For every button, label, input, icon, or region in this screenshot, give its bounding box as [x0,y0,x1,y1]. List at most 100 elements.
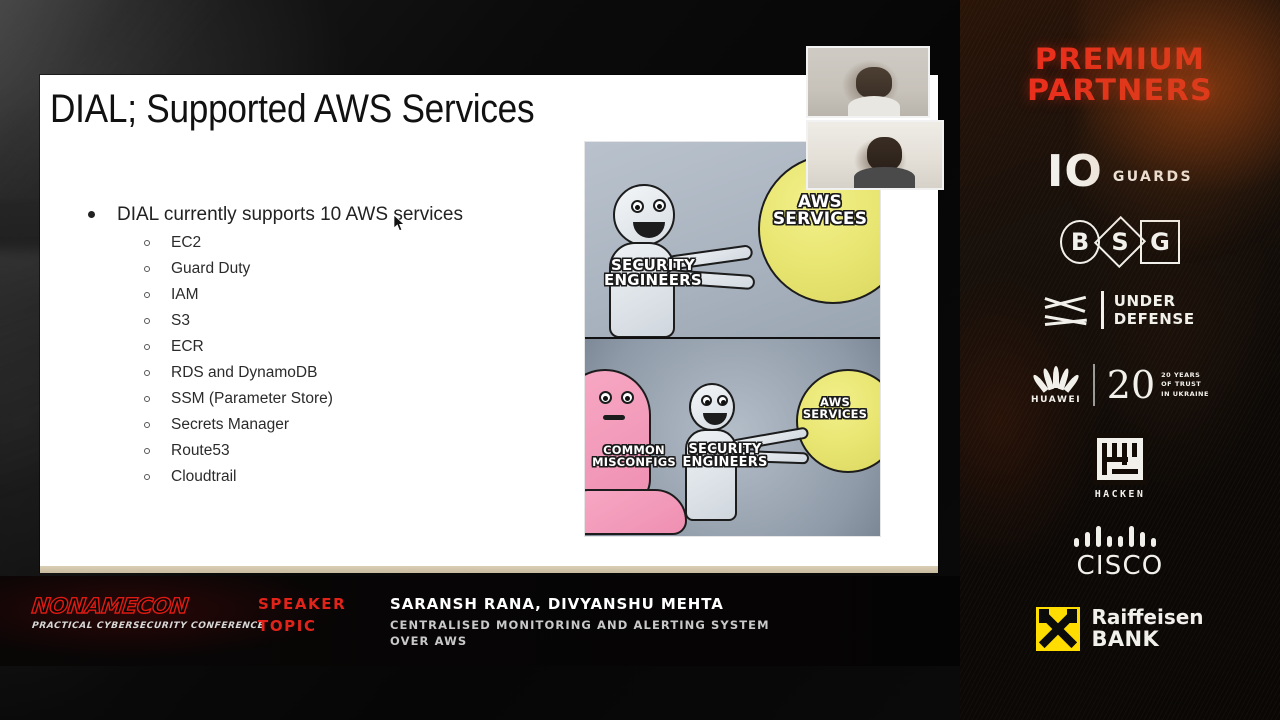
anniversary-line2: OF TRUST [1161,380,1202,389]
raiffeisen-line2: BANK [1091,627,1160,652]
meme-bottom-panel: AWS SERVICES SECURITY ENGINEERS COMMON M… [585,339,880,536]
huawei-block: HUAWEI [1031,365,1082,405]
service-sub-list: EC2 Guard Duty IAM S3 ECR RDS and Dynamo… [144,234,608,485]
running-away-balloon-meme: AWS SERVICES SECURITY ENGINEERS AWS SERV… [584,141,881,537]
list-item: Guard Duty [144,260,608,277]
sponsor-logo-io-guards: IO GUARDS [960,142,1280,202]
bullet-ring-icon [144,396,150,403]
bullet-ring-icon [144,448,150,455]
sponsor-logo-under-defense: UNDER DEFENSE [960,282,1280,338]
huawei-divider [1093,364,1095,406]
broadcast-stage: DIAL; Supported AWS Services DIAL curren… [0,0,1280,720]
io-guards-word: GUARDS [1112,169,1193,185]
meme-label-aws-services-top: AWS SERVICES [772,192,868,230]
bullet-dot-icon [88,211,95,218]
service-name: ECR [171,337,204,355]
service-name: RDS and DynamoDB [171,363,318,381]
raiffeisen-gable-cross-icon [1036,607,1081,651]
raiffeisen-line1: Raiffeisen [1091,605,1204,630]
bsg-letter-b: B [1060,220,1100,264]
huawei-flower-icon [1031,365,1081,393]
speaker-name: SARANSH RANA, DIVYANSHU MEHTA [390,595,724,613]
topic-label: TOPIC [258,617,317,635]
anniversary-text: 20 YEARS OF TRUST IN UKRAINE [1161,371,1209,399]
speaker-label: SPEAKER [258,595,347,613]
bsg-letter-s: S [1100,220,1140,264]
cisco-bridge-icon [1074,525,1166,547]
slide-title: DIAL; Supported AWS Services [50,87,535,131]
under-defense-line2: DEFENSE [1113,310,1195,328]
service-name: Cloudtrail [171,468,237,486]
bullet-ring-icon [144,317,150,324]
lower-third-banner: NONAMECON PRACTICAL CYBERSECURITY CONFER… [0,576,960,666]
meme-label-common-misconfigs: COMMON MISCONFIGS [592,443,676,469]
speaker-cam-bottom [806,120,944,190]
common-misconfigs-arm [585,489,687,535]
meme-label-aws-services-bottom: AWS SERVICES [802,395,868,421]
meme-label-security-engineers-top: SECURITY ENGINEERS [604,256,702,290]
service-name: Secrets Manager [171,416,290,434]
bullet-ring-icon [144,474,150,481]
list-item: Cloudtrail [144,468,608,485]
main-bullet: DIAL currently supports 10 AWS services [88,203,608,227]
sponsor-logo-cisco: CISCO [960,518,1280,588]
slide-bottom-edge [40,566,938,573]
list-item: S3 [144,312,608,329]
under-defense-mark-icon [1044,293,1091,327]
figure-eye [653,199,666,212]
main-bullet-text: DIAL currently supports 10 AWS services [117,204,463,225]
under-defense-line1: UNDER [1113,292,1176,310]
anniversary-line3: IN UKRAINE [1161,389,1209,398]
bullet-ring-icon [144,369,150,376]
huawei-wordmark: HUAWEI [1031,394,1082,405]
cisco-wordmark: CISCO [1076,551,1164,581]
list-item: Secrets Manager [144,416,608,433]
bullet-ring-icon [144,422,150,429]
anniversary-line1: 20 YEARS [1161,370,1201,379]
nonamecon-logo: NONAMECON [30,593,190,618]
sponsor-logo-hacken: HACKEN [960,430,1280,502]
figure-eye [701,395,712,406]
bullet-ring-icon [144,265,150,272]
io-guards-mark: IO [1047,146,1103,197]
bullet-ring-icon [144,291,150,298]
blob-mouth [603,415,625,420]
list-item: ECR [144,338,608,355]
list-item: IAM [144,286,608,303]
huawei-anniversary: 20 20 YEARS OF TRUST IN UKRAINE [1107,366,1209,404]
slide-bullet-list: DIAL currently supports 10 AWS services … [88,203,608,494]
premium-partners-title: PREMIUM PARTNERS [1027,42,1213,107]
blob-eye [599,391,612,404]
list-item: SSM (Parameter Store) [144,390,608,407]
service-name: S3 [171,311,190,329]
figure-eye [631,200,644,213]
mouse-cursor-icon [394,215,405,232]
list-item: Route53 [144,442,608,459]
under-defense-divider [1101,291,1104,329]
bsg-letter-g: G [1140,220,1180,264]
raiffeisen-wordmark: Raiffeisen BANK [1091,605,1204,652]
service-name: IAM [171,285,199,303]
meme-label-security-engineers-bottom: SECURITY ENGINEERS [682,442,768,471]
hacken-wordmark: HACKEN [1094,488,1146,500]
under-defense-text: UNDER DEFENSE [1114,292,1195,328]
list-item: RDS and DynamoDB [144,364,608,381]
presentation-slide: DIAL; Supported AWS Services DIAL curren… [40,75,938,572]
sponsor-logo-huawei: HUAWEI 20 20 YEARS OF TRUST IN UKRAINE [960,355,1280,415]
service-name: Route53 [171,442,230,460]
sponsor-logo-raiffeisen-bank: Raiffeisen BANK [960,598,1280,660]
speaker-cam-top [806,46,930,118]
topic-title: CENTRALISED MONITORING AND ALERTING SYST… [390,618,770,648]
service-name: Guard Duty [171,259,251,277]
nonamecon-tagline: PRACTICAL CYBERSECURITY CONFERENCE [31,621,265,631]
hacken-mark-icon [1092,432,1148,485]
service-name: SSM (Parameter Store) [171,390,333,408]
service-name: EC2 [171,233,202,251]
common-misconfigs-blob [585,369,651,509]
list-item: EC2 [144,234,608,251]
figure-eye [717,395,728,406]
bullet-ring-icon [144,239,150,246]
blob-eye [621,391,634,404]
bullet-ring-icon [144,343,150,350]
premium-partners-rail: PREMIUM PARTNERS IO GUARDS B S G UNDER D… [960,0,1280,720]
